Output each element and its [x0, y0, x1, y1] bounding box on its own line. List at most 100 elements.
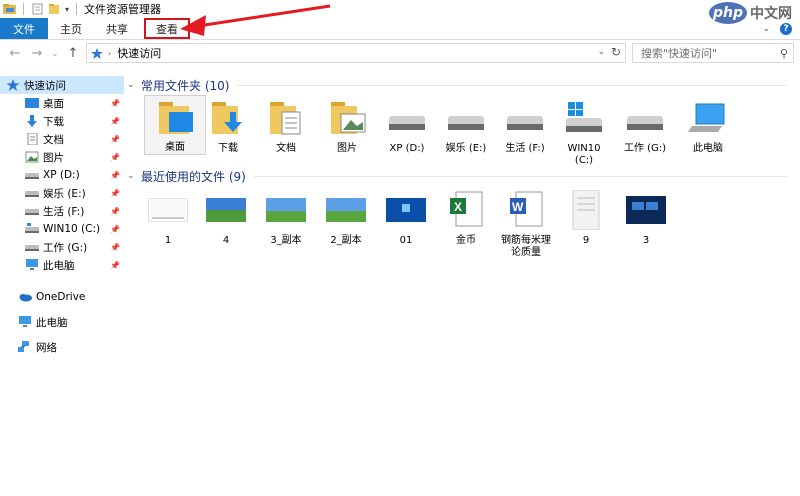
network-icon: [18, 341, 29, 352]
tile-label: 4: [222, 235, 230, 246]
tile-label: 娱乐 (E:): [445, 143, 487, 154]
address-dropdown-chevron-icon[interactable]: ⌄: [597, 47, 605, 57]
sidebar-item-drive-e[interactable]: 娱乐 (E:) 📌: [0, 184, 124, 202]
tab-share[interactable]: 共享: [94, 18, 140, 39]
ribbon-tabs: 文件 主页 共享 查看 ⌄ ?: [0, 18, 800, 40]
sidebar-item-this-pc[interactable]: 此电脑: [0, 313, 124, 331]
pin-icon[interactable]: 📌: [110, 99, 120, 108]
refresh-icon[interactable]: ↻: [611, 45, 621, 59]
tile-label: 1: [164, 235, 172, 246]
properties-icon[interactable]: [31, 3, 44, 15]
quick-access-star-icon: [6, 79, 20, 91]
sidebar-item-label: 此电脑: [43, 259, 75, 272]
recent-locations-chevron-icon[interactable]: ⌄: [46, 49, 64, 58]
drive-icon: [25, 209, 39, 215]
sidebar-item-drive-d[interactable]: XP (D:) 📌: [0, 166, 124, 184]
sidebar-item-downloads[interactable]: 下载 📌: [0, 112, 124, 130]
pin-icon[interactable]: 📌: [110, 171, 120, 180]
tile-label: 金币: [456, 235, 476, 246]
tile-recent-file[interactable]: 3_副本: [255, 187, 317, 247]
tile-recent-file[interactable]: 9: [555, 187, 617, 247]
tile-recent-file[interactable]: 01: [375, 187, 437, 247]
toolbar-divider: [23, 3, 24, 15]
new-folder-icon[interactable]: [48, 3, 61, 15]
tile-recent-file[interactable]: 2_副本: [315, 187, 377, 247]
tile-drive-d[interactable]: XP (D:): [376, 95, 438, 155]
sidebar-item-label: 娱乐 (E:): [43, 187, 86, 200]
pin-icon[interactable]: 📌: [110, 261, 120, 270]
sidebar-item-drive-g[interactable]: 工作 (G:) 📌: [0, 238, 124, 256]
image-thumbnail: [386, 198, 426, 222]
downloads-folder-icon: [212, 102, 242, 134]
navigation-pane: 快速访问 桌面 📌 下载 📌 文档 📌 图片 📌 XP (D:) 📌 娱乐 (E…: [0, 73, 124, 496]
sidebar-item-documents[interactable]: 文档 📌: [0, 130, 124, 148]
tile-this-pc[interactable]: 此电脑: [677, 95, 739, 155]
tile-drive-f[interactable]: 生活 (F:): [494, 95, 556, 155]
tile-drive-c[interactable]: WIN10 (C:): [553, 95, 615, 167]
tile-label: 3: [642, 235, 650, 246]
pin-icon[interactable]: 📌: [110, 153, 120, 162]
tile-documents[interactable]: 文档: [255, 95, 317, 155]
documents-folder-icon: [270, 102, 301, 135]
sidebar-item-label: WIN10 (C:): [43, 223, 101, 235]
tab-view[interactable]: 查看: [144, 18, 190, 39]
forward-arrow-icon[interactable]: →: [28, 46, 46, 61]
tile-label: 文档: [276, 143, 296, 154]
address-field[interactable]: › 快速访问 ⌄ ↻: [86, 43, 626, 63]
tile-recent-file[interactable]: 1: [137, 187, 199, 247]
tile-downloads[interactable]: 下载: [197, 95, 259, 155]
sidebar-item-onedrive[interactable]: OneDrive: [0, 288, 124, 306]
tile-label: 钢筋每米理论质量: [501, 235, 551, 258]
sidebar-item-label: 生活 (F:): [43, 205, 85, 218]
sidebar-item-this-pc-pinned[interactable]: 此电脑 📌: [0, 256, 124, 274]
collapse-chevron-icon[interactable]: ⌄: [127, 171, 141, 181]
sidebar-item-label: 此电脑: [36, 316, 68, 329]
tile-recent-file[interactable]: 3: [615, 187, 677, 247]
group-header-frequent[interactable]: ⌄ 常用文件夹 (10): [127, 75, 787, 95]
image-thumbnail: [266, 198, 306, 222]
image-thumbnail: [206, 198, 246, 222]
sidebar-item-quick-access[interactable]: 快速访问: [0, 76, 124, 94]
breadcrumb-quick-access[interactable]: 快速访问: [117, 45, 161, 61]
excel-file-icon: X: [450, 191, 483, 227]
search-box[interactable]: 搜索"快速访问" ⚲: [632, 43, 794, 63]
pin-icon[interactable]: 📌: [110, 117, 120, 126]
tab-file[interactable]: 文件: [0, 18, 48, 39]
sidebar-item-drive-c[interactable]: WIN10 (C:) 📌: [0, 220, 124, 238]
sidebar-item-pictures[interactable]: 图片 📌: [0, 148, 124, 166]
sidebar-item-desktop[interactable]: 桌面 📌: [0, 94, 124, 112]
sidebar-item-network[interactable]: 网络: [0, 338, 124, 356]
help-button[interactable]: ?: [780, 22, 792, 35]
sidebar-item-drive-f[interactable]: 生活 (F:) 📌: [0, 202, 124, 220]
up-arrow-icon[interactable]: ↑: [64, 46, 82, 61]
breadcrumb-separator-icon[interactable]: ›: [108, 49, 111, 58]
group-title: 最近使用的文件 (9): [141, 169, 246, 184]
pin-icon[interactable]: 📌: [110, 189, 120, 198]
group-header-recent[interactable]: ⌄ 最近使用的文件 (9): [127, 166, 787, 186]
computer-icon: [19, 316, 31, 327]
tile-pictures[interactable]: 图片: [316, 95, 378, 155]
tile-drive-g[interactable]: 工作 (G:): [614, 95, 676, 155]
back-arrow-icon[interactable]: ←: [6, 46, 24, 61]
svg-text:W: W: [512, 200, 524, 214]
pin-icon[interactable]: 📌: [110, 225, 120, 234]
explorer-folder-icon[interactable]: [3, 3, 16, 15]
tile-label: WIN10 (C:): [567, 143, 601, 166]
tile-recent-file[interactable]: W 钢筋每米理论质量: [495, 187, 557, 259]
drive-icon: [389, 116, 425, 130]
customize-toolbar-chevron-icon[interactable]: ▾: [65, 5, 69, 14]
quick-access-toolbar: ▾: [0, 3, 80, 15]
drive-icon: [627, 116, 663, 130]
collapse-chevron-icon[interactable]: ⌄: [127, 80, 141, 90]
tab-home[interactable]: 主页: [48, 18, 94, 39]
tile-recent-file[interactable]: 4: [195, 187, 257, 247]
pin-icon[interactable]: 📌: [110, 207, 120, 216]
pin-icon[interactable]: 📌: [110, 135, 120, 144]
group-title: 常用文件夹 (10): [141, 78, 230, 93]
tile-drive-e[interactable]: 娱乐 (E:): [435, 95, 497, 155]
tile-recent-file[interactable]: X 金币: [435, 187, 497, 247]
pin-icon[interactable]: 📌: [110, 243, 120, 252]
image-thumbnail: [326, 198, 366, 222]
expand-ribbon-chevron-icon[interactable]: ⌄: [762, 24, 770, 34]
sidebar-item-label: OneDrive: [36, 291, 86, 303]
